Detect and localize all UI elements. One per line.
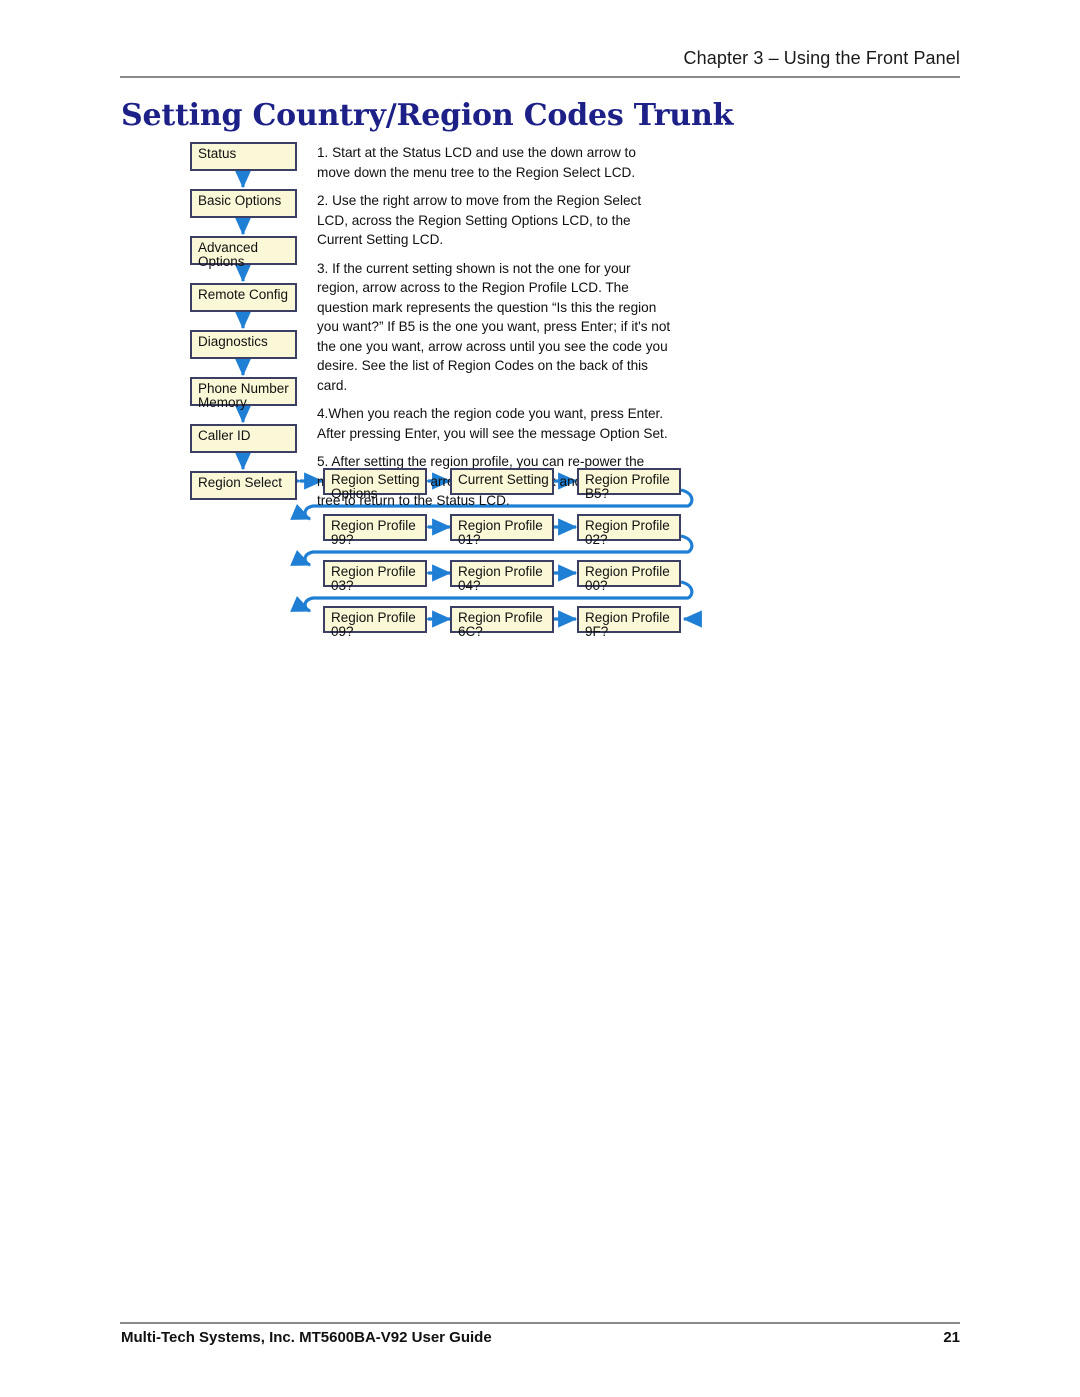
profile-box-label: Region Setting — [331, 472, 420, 487]
profile-box-01[interactable]: Region Profile 01? — [450, 514, 554, 547]
menu-box-label: Phone Number — [198, 381, 289, 396]
page-header-chapter: Chapter 3 – Using the Front Panel — [683, 48, 960, 68]
profile-box-99[interactable]: Region Profile 99? — [323, 514, 427, 547]
menu-box-label-line2: Options — [198, 254, 245, 269]
menu-box-region-select[interactable]: Region Select — [190, 471, 297, 500]
instruction-step-1: 1. Start at the Status LCD and use the d… — [317, 145, 636, 180]
profile-box-current-setting[interactable]: Current Setting — [450, 468, 554, 495]
menu-box-remote-config[interactable]: Remote Config — [190, 283, 297, 312]
profile-box-code: B5? — [585, 486, 610, 501]
menu-box-label: Diagnostics — [198, 334, 268, 349]
menu-box-caller-id[interactable]: Caller ID — [190, 424, 297, 453]
profile-box-b5[interactable]: Region Profile B5? — [577, 468, 681, 501]
profile-box-03[interactable]: Region Profile 03? — [323, 560, 427, 593]
profile-box-label: Region Profile — [331, 518, 416, 533]
instruction-step-3: 3. If the current setting shown is not t… — [317, 260, 671, 393]
profile-box-label: Region Profile — [585, 472, 670, 487]
menu-box-basic-options[interactable]: Basic Options — [190, 189, 297, 218]
profile-box-code: 01? — [458, 532, 481, 547]
header-divider — [120, 76, 960, 78]
menu-box-phone-number-memory[interactable]: Phone Number Memory — [190, 377, 297, 410]
profile-box-label: Region Profile — [585, 564, 670, 579]
profile-box-label: Region Profile — [331, 564, 416, 579]
profile-box-code: 6C? — [458, 624, 483, 639]
menu-box-label: Remote Config — [198, 287, 289, 302]
profile-box-code: 9F? — [585, 624, 609, 639]
profile-box-code: 04? — [458, 578, 481, 593]
menu-box-label: Status — [198, 146, 237, 161]
menu-box-label: Caller ID — [198, 428, 251, 443]
profile-box-label: Region Profile — [458, 564, 543, 579]
menu-box-status[interactable]: Status — [190, 142, 297, 171]
profile-box-label: Region Profile — [585, 610, 670, 625]
profile-box-code: 03? — [331, 578, 354, 593]
profile-box-label: Region Profile — [331, 610, 416, 625]
menu-box-label: Basic Options — [198, 193, 282, 208]
menu-box-label-line2: Memory — [198, 395, 247, 410]
menu-box-diagnostics[interactable]: Diagnostics — [190, 330, 297, 359]
profile-box-code: 00? — [585, 578, 608, 593]
profile-box-code: 99? — [331, 532, 354, 547]
document-page: Chapter 3 – Using the Front Panel Settin… — [0, 0, 1080, 1397]
instruction-step-2: 2. Use the right arrow to move from the … — [317, 193, 642, 247]
page-title: Setting Country/Region Codes Trunk — [121, 98, 734, 133]
profile-box-04[interactable]: Region Profile 04? — [450, 560, 554, 593]
profile-box-6c[interactable]: Region Profile 6C? — [450, 606, 554, 639]
profile-box-9f[interactable]: Region Profile 9F? — [577, 606, 681, 639]
profile-box-label: Region Profile — [458, 518, 543, 533]
profile-box-label: Current Setting — [458, 472, 549, 487]
profile-box-02[interactable]: Region Profile 02? — [577, 514, 681, 547]
profile-box-code: Options — [331, 486, 378, 501]
profile-box-00[interactable]: Region Profile 00? — [577, 560, 681, 593]
profile-box-label: Region Profile — [585, 518, 670, 533]
instructions-list: 1. Start at the Status LCD and use the d… — [317, 143, 672, 520]
profile-box-code: 02? — [585, 532, 608, 547]
footer-divider — [120, 1322, 960, 1324]
profile-box-region-setting-options[interactable]: Region Setting Options — [323, 468, 427, 501]
profile-box-label: Region Profile — [458, 610, 543, 625]
profile-box-09[interactable]: Region Profile 09? — [323, 606, 427, 639]
menu-box-label: Advanced — [198, 240, 259, 255]
menu-box-label: Region Select — [198, 475, 283, 490]
menu-box-advanced-options[interactable]: Advanced Options — [190, 236, 297, 269]
footer-page-number: 21 — [943, 1329, 960, 1346]
profile-box-code: 09? — [331, 624, 354, 639]
instruction-step-4: 4.When you reach the region code you wan… — [317, 406, 668, 441]
